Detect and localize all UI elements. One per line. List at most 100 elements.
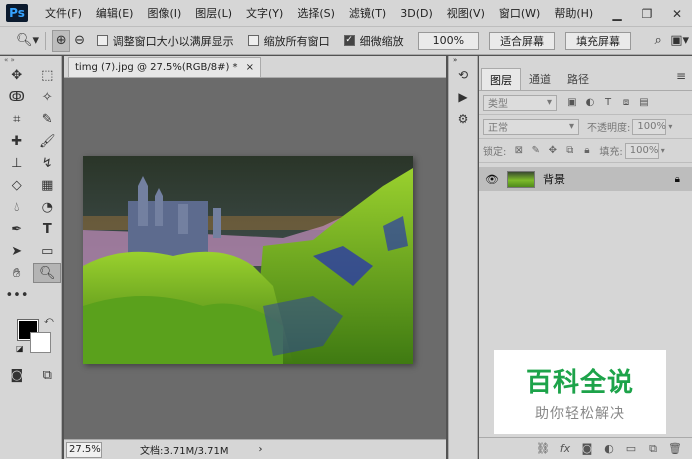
filter-kind-dropdown[interactable]: 类型 ▾: [483, 94, 557, 111]
layer-row-background[interactable]: 👁︎ 背景 🔒︎: [479, 167, 692, 191]
more-tools-icon[interactable]: •••: [3, 285, 31, 305]
lock-artboard-icon[interactable]: ⧉: [561, 145, 578, 156]
path-selection-icon[interactable]: ➤: [3, 241, 31, 261]
lasso-tool-icon[interactable]: ↂ: [3, 87, 31, 107]
filter-adjustment-icon[interactable]: ◐: [581, 97, 599, 108]
delete-layer-icon[interactable]: 🗑︎: [664, 442, 686, 455]
menu-type[interactable]: 文字(Y): [239, 5, 290, 21]
eyedropper-icon[interactable]: ✎: [34, 109, 62, 129]
opacity-field[interactable]: 100%: [632, 118, 667, 135]
blur-tool-icon[interactable]: 💧︎: [3, 197, 31, 217]
quick-mask-icon[interactable]: ◙: [3, 365, 31, 385]
status-arrow-icon[interactable]: ›: [259, 444, 263, 455]
menu-layer[interactable]: 图层(L): [188, 5, 239, 21]
tab-paths[interactable]: 路径: [559, 68, 597, 90]
menu-view[interactable]: 视图(V): [440, 5, 492, 21]
zoom-in-icon[interactable]: ⊕: [51, 29, 71, 52]
layer-name: 背景: [542, 173, 565, 186]
filter-pixel-icon[interactable]: ▣: [563, 97, 581, 108]
panel-grip-icon[interactable]: »: [449, 56, 477, 64]
pen-tool-icon[interactable]: ✒: [3, 219, 31, 239]
checkbox-box[interactable]: [247, 35, 259, 46]
marquee-tool-icon[interactable]: ⬚: [34, 65, 62, 85]
history-panel-icon[interactable]: ⟲: [449, 64, 477, 86]
rectangle-tool-icon[interactable]: ▭: [34, 241, 62, 261]
chevron-down-icon[interactable]: ▾: [661, 146, 665, 155]
eraser-icon[interactable]: ◇: [3, 175, 31, 195]
menu-image[interactable]: 图像(I): [140, 5, 188, 21]
link-layers-icon[interactable]: ⛓: [532, 442, 554, 455]
filter-type-icon[interactable]: T: [599, 97, 617, 108]
actions-panel-icon[interactable]: ▶: [449, 86, 477, 108]
eye-visibility-icon[interactable]: 👁︎: [485, 173, 499, 186]
workspace-icon[interactable]: ▣▾: [667, 30, 692, 52]
resize-windows-checkbox[interactable]: 调整窗口大小以满屏显示: [96, 33, 234, 49]
menu-filter[interactable]: 滤镜(T): [342, 5, 393, 21]
lock-transparent-icon[interactable]: ⊠: [510, 145, 527, 156]
new-group-icon[interactable]: ▭: [620, 442, 642, 455]
fit-screen-button[interactable]: 适合屏幕: [489, 31, 556, 50]
libraries-panel-icon[interactable]: ⚙: [449, 108, 477, 130]
type-tool-icon[interactable]: T: [34, 219, 62, 239]
menu-select[interactable]: 选择(S): [290, 5, 342, 21]
new-layer-icon[interactable]: ⧉: [642, 442, 664, 456]
search-icon[interactable]: ⌕: [649, 30, 667, 52]
adjustment-layer-icon[interactable]: ◐: [598, 442, 620, 455]
tab-layers[interactable]: 图层: [481, 68, 521, 90]
blend-mode-dropdown[interactable]: 正常 ▾: [483, 118, 579, 135]
healing-brush-icon[interactable]: ✚: [3, 131, 31, 151]
lock-position-icon[interactable]: ✥: [544, 145, 561, 156]
lock-all-icon[interactable]: 🔒︎: [578, 145, 595, 156]
gradient-tool-icon[interactable]: ▦: [34, 175, 62, 195]
zoom-all-windows-checkbox[interactable]: 缩放所有窗口: [247, 33, 330, 49]
checkbox-box[interactable]: [96, 35, 108, 46]
history-brush-icon[interactable]: ↯: [34, 153, 62, 173]
panel-menu-icon[interactable]: ≡: [676, 69, 686, 83]
default-colors-icon[interactable]: ◪: [16, 344, 24, 353]
menu-file[interactable]: 文件(F): [38, 5, 89, 21]
layer-mask-icon[interactable]: ◙: [576, 442, 598, 455]
document-tab[interactable]: timg (7).jpg @ 27.5%(RGB/8#) * ×: [68, 57, 261, 77]
move-tool-icon[interactable]: ✥: [3, 65, 31, 85]
filter-smart-object-icon[interactable]: ▤: [635, 97, 653, 108]
zoom-100-button[interactable]: 100%: [417, 31, 480, 50]
crop-tool-icon[interactable]: ⌗: [3, 109, 31, 129]
zoom-out-icon[interactable]: ⊖: [70, 30, 88, 52]
menu-3d[interactable]: 3D(D): [393, 7, 440, 20]
lock-pixels-icon[interactable]: ✎: [527, 145, 544, 156]
restore-icon[interactable]: ❐: [632, 0, 662, 27]
zoom-tool-icon[interactable]: 🔍︎: [33, 263, 61, 283]
document-image[interactable]: [83, 156, 413, 364]
filter-shape-icon[interactable]: ⧈: [617, 97, 635, 108]
minimize-icon[interactable]: ▁: [602, 0, 632, 27]
checkbox-box-checked[interactable]: ✓: [343, 35, 355, 46]
zoom-tool-preset-icon[interactable]: 🔍︎▾: [16, 30, 39, 52]
zoom-all-windows-label: 缩放所有窗口: [263, 34, 330, 48]
document-title: timg (7).jpg @ 27.5%(RGB/8#) *: [75, 62, 238, 73]
opacity-value: 100%: [637, 121, 666, 132]
menu-help[interactable]: 帮助(H): [547, 5, 600, 21]
layer-style-icon[interactable]: fx: [554, 442, 576, 455]
menu-edit[interactable]: 编辑(E): [89, 5, 141, 21]
panel-grip-icon[interactable]: « »: [0, 56, 61, 64]
scrubby-zoom-checkbox[interactable]: ✓ 细微缩放: [343, 33, 404, 49]
magic-wand-icon[interactable]: ✧: [34, 87, 62, 107]
close-icon[interactable]: ✕: [662, 0, 692, 27]
close-tab-icon[interactable]: ×: [246, 62, 254, 73]
chevron-down-icon: ▾: [568, 121, 574, 132]
background-color-swatch[interactable]: [30, 332, 51, 353]
dodge-tool-icon[interactable]: ◔: [34, 197, 62, 217]
clone-stamp-icon[interactable]: ⊥: [3, 153, 31, 173]
swap-colors-icon[interactable]: ⤺: [44, 316, 54, 326]
canvas-area[interactable]: [64, 78, 446, 439]
zoom-level-field[interactable]: 27.5%: [66, 441, 102, 458]
fill-field[interactable]: 100%: [624, 142, 659, 159]
menu-window[interactable]: 窗口(W): [492, 5, 547, 21]
fill-screen-button[interactable]: 填充屏幕: [565, 31, 632, 50]
screen-mode-icon[interactable]: ⧉: [34, 365, 62, 385]
brush-tool-icon[interactable]: 🖌︎: [34, 131, 62, 151]
hand-tool-icon[interactable]: ✋︎: [3, 263, 30, 283]
chevron-down-icon[interactable]: ▾: [668, 122, 672, 131]
tab-channels[interactable]: 通道: [521, 68, 559, 90]
separator: [45, 31, 46, 50]
